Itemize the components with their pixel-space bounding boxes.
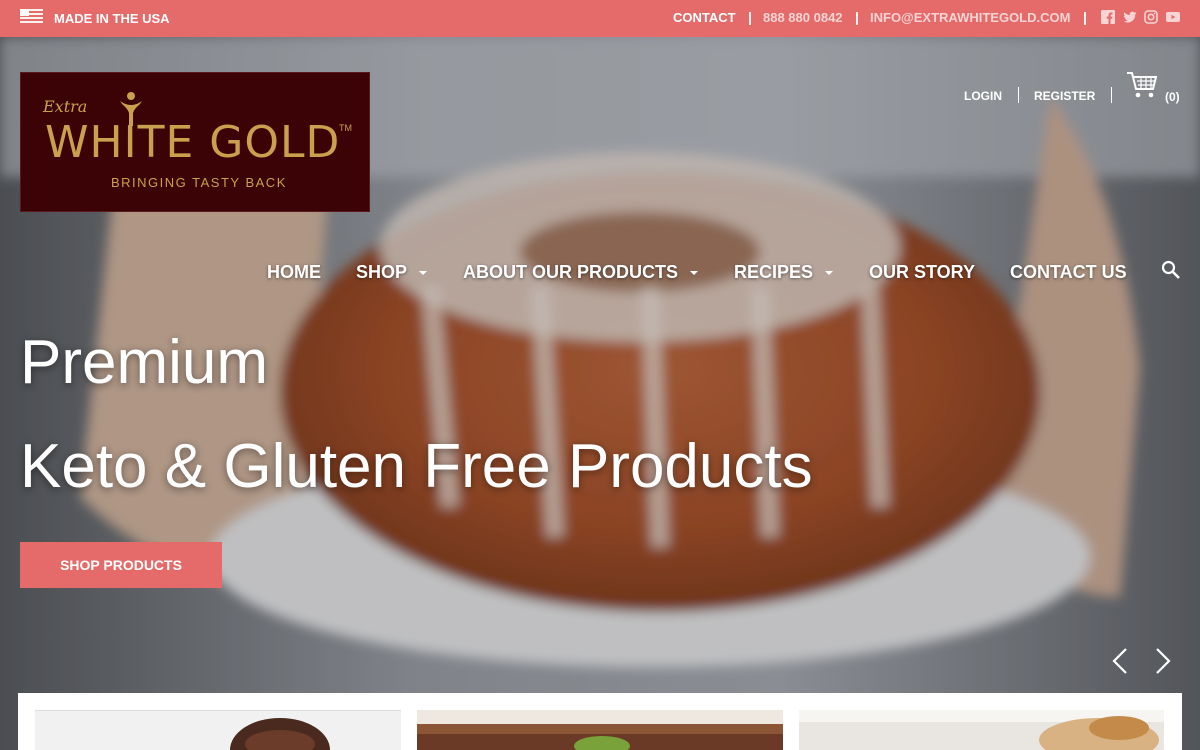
hero-section: Extra WHITE GOLD TM BRINGING TASTY BACK …: [0, 37, 1200, 750]
divider: [1018, 87, 1019, 103]
logo-brand-text: WHITE GOLD: [45, 117, 341, 168]
separator: |: [748, 9, 752, 25]
chevron-down-icon[interactable]: [419, 271, 427, 275]
email-link[interactable]: INFO@EXTRAWHITEGOLD.COM: [870, 10, 1070, 25]
site-logo[interactable]: Extra WHITE GOLD TM BRINGING TASTY BACK: [20, 72, 370, 212]
hero-heading-line1: Premium: [20, 328, 269, 397]
phone-link[interactable]: 888 880 0842: [763, 10, 843, 25]
facebook-icon[interactable]: [1101, 10, 1115, 24]
nav-home[interactable]: HOME: [267, 262, 321, 283]
featured-card-image[interactable]: [799, 710, 1164, 750]
logo-extra-text: Extra: [43, 97, 88, 116]
nav-our-story[interactable]: OUR STORY: [869, 262, 975, 283]
separator: |: [1083, 9, 1087, 25]
logo-tagline: BRINGING TASTY BACK: [111, 175, 287, 190]
nav-about-products[interactable]: ABOUT OUR PRODUCTS: [463, 262, 678, 283]
nav-recipes[interactable]: RECIPES: [734, 262, 813, 283]
instagram-icon[interactable]: [1144, 10, 1158, 24]
cart-icon[interactable]: [1126, 70, 1158, 100]
featured-card-image[interactable]: [35, 710, 401, 750]
logo-trademark: TM: [339, 123, 352, 133]
divider: [1111, 87, 1112, 103]
youtube-icon[interactable]: [1166, 10, 1180, 24]
cart-count[interactable]: (0): [1165, 90, 1180, 104]
nav-contact-us[interactable]: CONTACT US: [1010, 262, 1127, 283]
shop-products-button[interactable]: SHOP PRODUCTS: [20, 542, 222, 588]
twitter-icon[interactable]: [1123, 10, 1137, 24]
chevron-down-icon[interactable]: [825, 271, 833, 275]
top-bar: MADE IN THE USA CONTACT | 888 880 0842 |…: [0, 0, 1200, 37]
chevron-left-icon[interactable]: [1109, 647, 1131, 675]
nav-shop[interactable]: SHOP: [356, 262, 407, 283]
register-link[interactable]: REGISTER: [1034, 89, 1095, 103]
chevron-down-icon[interactable]: [690, 271, 698, 275]
flag-icon: [20, 9, 43, 23]
contact-link[interactable]: CONTACT: [673, 10, 736, 25]
chevron-right-icon[interactable]: [1152, 647, 1174, 675]
hero-heading-line2: Keto & Gluten Free Products: [20, 432, 813, 501]
login-link[interactable]: LOGIN: [964, 89, 1002, 103]
made-in-usa-text: MADE IN THE USA: [54, 11, 170, 26]
featured-card-image[interactable]: [417, 710, 783, 750]
search-icon[interactable]: [1161, 260, 1181, 280]
separator: |: [855, 9, 859, 25]
